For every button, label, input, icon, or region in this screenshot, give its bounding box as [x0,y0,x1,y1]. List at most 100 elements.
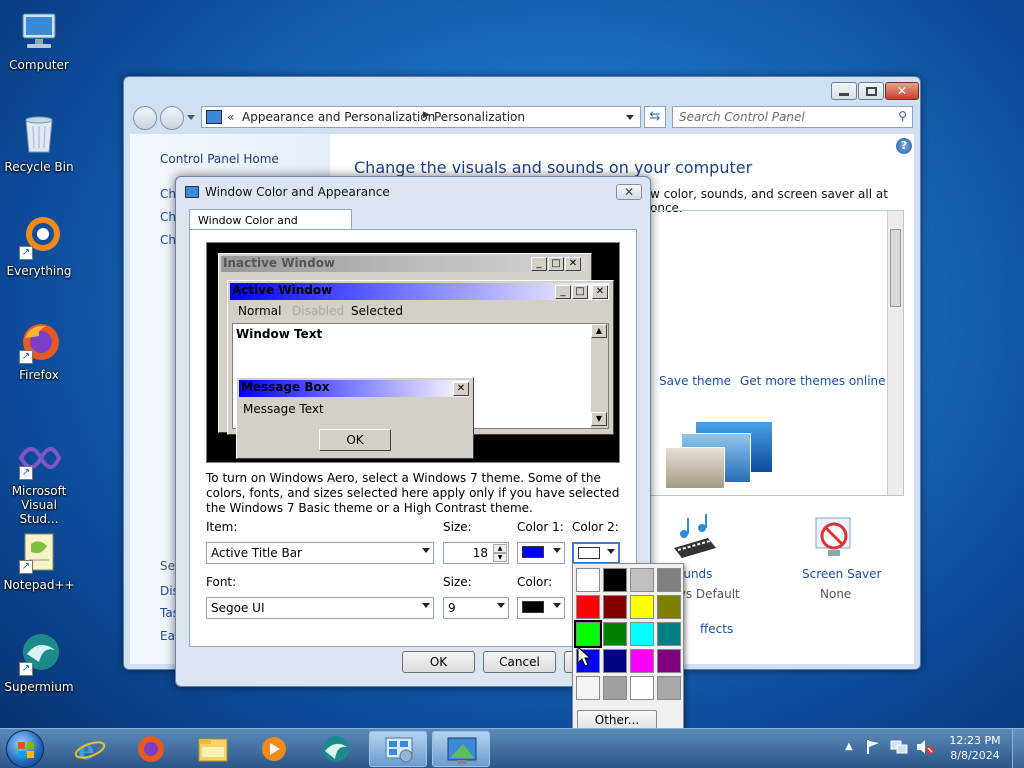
screen-saver-link[interactable]: Screen Saver [802,567,881,581]
taskbar-firefox-button[interactable] [122,731,180,767]
action-center-flag-icon[interactable] [866,739,880,755]
shortcut-arrow-icon: ↗ [19,246,33,260]
preview-menu-selected: Selected [351,304,404,318]
font-select[interactable]: Segoe UI [206,597,434,619]
breadcrumb-personalization[interactable]: Personalization [434,110,525,124]
taskbar-ie-button[interactable]: e [61,731,119,767]
start-button[interactable] [6,730,44,768]
palette-swatch[interactable] [603,622,627,646]
scrollbar-thumb[interactable] [890,229,901,307]
palette-swatch[interactable] [630,676,654,700]
help-icon[interactable]: ? [896,138,912,154]
palette-swatch[interactable] [576,595,600,619]
desktop-icon-supermium[interactable]: ↗ Supermium [2,632,76,694]
desktop-icon-label: Everything [6,264,72,278]
address-dropdown-icon[interactable] [626,115,634,120]
dialog-close-button[interactable]: ✕ [616,184,642,200]
item-select[interactable]: Active Title Bar [206,542,434,564]
theme-thumbnail[interactable] [665,419,775,491]
palette-swatch[interactable] [657,649,681,673]
color1-picker[interactable] [517,542,565,564]
sound-effects-link[interactable]: ffects [700,622,733,636]
palette-swatch[interactable] [630,595,654,619]
maximize-button[interactable] [858,82,884,100]
preview-menu-disabled: Disabled [292,304,345,318]
stepper-up-icon[interactable]: ▲ [493,544,507,553]
sounds-icon[interactable] [668,514,722,565]
taskbar-control-panel-button[interactable] [369,731,427,767]
show-desktop-button[interactable] [1012,729,1024,768]
palette-swatch[interactable] [657,568,681,592]
dialog-tab-panel: Inactive Window _ □ ✕ Active Window _ □ … [189,229,637,647]
aero-info-text: To turn on Windows Aero, select a Window… [206,471,620,515]
search-input[interactable]: Search Control Panel ⚲ [672,106,913,128]
left-task-link[interactable]: Ch [160,187,176,201]
preview-minimize-icon: _ [531,257,547,271]
font-size-select[interactable]: 9 [443,597,509,619]
volume-muted-icon[interactable] [916,739,934,755]
palette-swatch[interactable] [576,676,600,700]
save-theme-link[interactable]: Save theme [659,374,731,388]
palette-swatch[interactable] [657,622,681,646]
mouse-pointer-icon [577,645,592,671]
taskbar-personalization-button[interactable] [432,731,490,767]
refresh-icon[interactable]: ⇆ [644,106,666,128]
taskbar-explorer-button[interactable] [184,731,242,767]
palette-swatch[interactable] [603,649,627,673]
screen-saver-value: None [820,587,852,601]
stepper-down-icon[interactable]: ▼ [493,553,507,562]
palette-swatch[interactable] [603,595,627,619]
minimize-button[interactable] [831,82,857,100]
desktop-icon-label: Computer [9,58,69,72]
desktop-icon-recycle-bin[interactable]: Recycle Bin [2,112,76,174]
desktop-icon-everything[interactable]: ↗ Everything [2,216,76,278]
palette-swatch[interactable] [657,595,681,619]
control-panel-home-link[interactable]: Control Panel Home [160,152,279,166]
other-color-button[interactable]: Other... [577,710,657,730]
palette-swatch[interactable] [574,620,602,648]
left-task-link[interactable]: Ch [160,210,176,224]
breadcrumb-overflow[interactable]: « [227,110,234,124]
media-player-icon [262,737,286,761]
palette-swatch[interactable] [603,568,627,592]
cancel-button[interactable]: Cancel [483,651,556,673]
get-more-themes-link[interactable]: Get more themes online [740,374,886,388]
recent-pages-icon[interactable] [187,115,195,120]
breadcrumb-appearance[interactable]: Appearance and Personalization [242,110,435,124]
size-label: Size: [443,520,472,534]
desktop-icon-notepad-plus-plus[interactable]: ↗ Notepad++ [2,530,76,592]
color2-picker[interactable] [572,542,620,564]
system-clock[interactable]: 12:23 PM 8/8/2024 [945,733,1005,763]
left-task-link[interactable]: Ch [160,233,176,247]
show-hidden-icons-button[interactable]: ▲ [845,741,853,752]
palette-swatch[interactable] [576,568,600,592]
tab-window-color[interactable]: Window Color and Appearance [189,209,352,240]
taskbar-supermium-button[interactable] [307,731,365,767]
font-color-picker[interactable] [517,597,565,619]
palette-swatch[interactable] [603,676,627,700]
network-icon[interactable] [890,739,908,755]
taskbar-media-player-button[interactable] [245,731,303,767]
back-button[interactable] [133,106,157,130]
screen-saver-icon[interactable] [812,514,856,565]
computer-icon [17,10,61,54]
firefox-icon [138,736,164,762]
themes-scrollbar[interactable] [887,211,903,495]
shortcut-arrow-icon: ↗ [19,466,33,480]
desktop-icon-computer[interactable]: Computer [2,10,76,72]
size-stepper[interactable]: 18 ▲ ▼ [443,542,509,564]
palette-swatch[interactable] [630,622,654,646]
close-button[interactable]: ✕ [885,82,919,100]
desktop-icon-visual-studio[interactable]: ↗ Microsoft Visual Stud... [2,436,76,526]
forward-button[interactable] [160,106,184,130]
desktop-icon-firefox[interactable]: ↗ Firefox [2,320,76,382]
shortcut-arrow-icon: ↗ [19,560,33,574]
address-bar[interactable]: « Appearance and Personalization ▶ Perso… [201,106,641,128]
palette-swatch[interactable] [657,676,681,700]
active-title-bar: Active Window [230,283,609,300]
ok-button[interactable]: OK [402,651,475,673]
palette-swatch[interactable] [630,568,654,592]
palette-swatch[interactable] [630,649,654,673]
desktop-icon-label: Notepad++ [3,578,75,592]
preview-minimize-icon: _ [555,285,571,299]
